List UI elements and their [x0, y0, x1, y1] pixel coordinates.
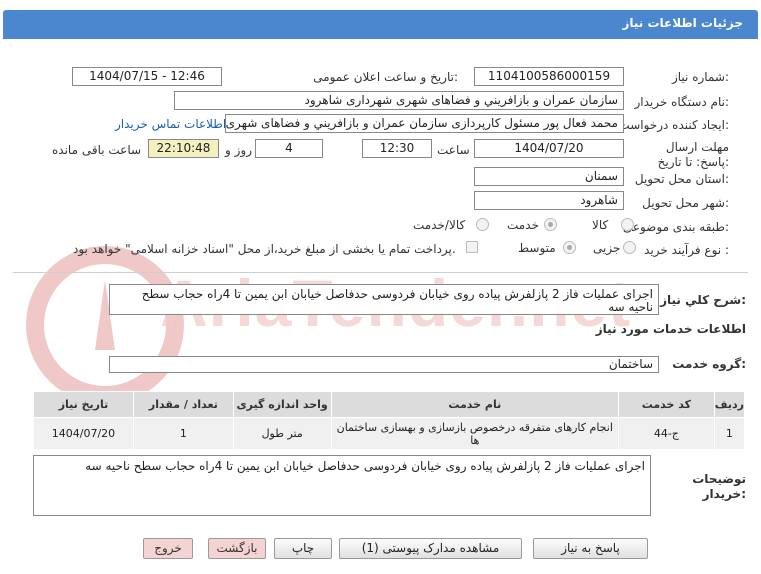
- services-section-title: اطلاعات خدمات مورد نیاز: [595, 322, 746, 336]
- process-option-medium: متوسط: [518, 241, 556, 255]
- contact-info-link[interactable]: اطلاعات تماس خریدار: [115, 117, 226, 131]
- summary-label: شرح کلي نياز:: [660, 293, 746, 307]
- cell-need-date: 1404/07/20: [33, 417, 134, 450]
- divider: [13, 272, 748, 273]
- services-table: ردیف کد خدمت نام خدمت واحد اندازه گیری ت…: [33, 391, 746, 450]
- process-option-minor: جزیی: [593, 241, 621, 255]
- process-label: نوع فرآیند خرید :: [644, 243, 729, 257]
- cell-row-number: 1: [713, 417, 746, 450]
- cell-service-code: ج-44: [617, 417, 715, 450]
- col-service-name: نام خدمت: [330, 391, 619, 418]
- buyer-notes-label: توضیحات خریدار:: [692, 472, 746, 501]
- deadline-date-field: 1404/07/20: [474, 139, 624, 158]
- process-radio-minor[interactable]: [623, 241, 636, 254]
- announce-label: تاریخ و ساعت اعلان عمومی:: [313, 70, 458, 84]
- remaining-time-field: 22:10:48: [148, 139, 219, 158]
- page-header: جزئیات اطلاعات نیاز: [0, 0, 761, 40]
- col-service-code: کد خدمت: [617, 391, 715, 418]
- table-header-row: ردیف کد خدمت نام خدمت واحد اندازه گیری ت…: [33, 391, 746, 418]
- print-button[interactable]: چاپ: [274, 538, 332, 559]
- table-row: 1 ج-44 انجام کارهای متفرقه درخصوص بازساز…: [33, 417, 746, 450]
- province-field: سمنان: [474, 167, 624, 186]
- category-option-service: خدمت: [507, 218, 539, 232]
- deadline-time-field: 12:30: [362, 139, 432, 158]
- city-label: شهر محل تحویل:: [642, 196, 729, 210]
- deadline-time-label: ساعت: [437, 143, 470, 157]
- need-number-field: 1104100586000159: [474, 67, 624, 86]
- creator-field: محمد فعال پور مسئول کارپردازی سازمان عمر…: [225, 114, 624, 133]
- watermark-logo: [26, 246, 184, 404]
- category-radio-goods[interactable]: [621, 218, 634, 231]
- cell-service-name: انجام کارهای متفرقه درخصوص بازسازی و بهس…: [330, 417, 619, 450]
- service-group-label: گروه خدمت:: [672, 357, 746, 371]
- category-radio-service[interactable]: [544, 218, 557, 231]
- page-title: جزئیات اطلاعات نیاز: [622, 16, 743, 30]
- header-bar: جزئیات اطلاعات نیاز: [3, 10, 758, 39]
- cell-quantity: 1: [132, 417, 234, 450]
- deadline-label: مهلت ارسال پاسخ: تا تاریخ:: [657, 140, 729, 169]
- treasury-payment-checkbox[interactable]: [466, 241, 478, 253]
- col-row-number: ردیف: [713, 391, 746, 418]
- buyer-label: نام دستگاه خریدار:: [634, 95, 730, 109]
- col-quantity: تعداد / مقدار: [132, 391, 234, 418]
- category-option-goods: کالا: [592, 218, 609, 232]
- process-radio-medium[interactable]: [563, 241, 576, 254]
- cell-unit: متر طول: [232, 417, 332, 450]
- category-option-goods-service: کالا/خدمت: [413, 218, 466, 232]
- exit-button[interactable]: خروج: [143, 538, 193, 559]
- days-field: 4: [255, 139, 323, 158]
- category-label: طبقه بندی موضوعی:: [622, 220, 729, 234]
- buyer-field: سازمان عمران و بازافريني و فضاهای شهری ش…: [174, 91, 624, 110]
- col-need-date: تاریخ نیاز: [33, 391, 134, 418]
- days-label: روز و: [225, 143, 252, 157]
- view-attachments-button[interactable]: مشاهده مدارک پیوستی (1): [339, 538, 522, 559]
- buyer-notes-textarea[interactable]: اجرای عملیات فاز 2 پازلفرش پیاده روی خیا…: [33, 455, 651, 516]
- treasury-payment-note: پرداخت تمام یا بخشی از مبلغ خرید،از محل …: [73, 242, 456, 256]
- category-radio-goods-service[interactable]: [476, 218, 489, 231]
- need-number-label: شماره نیاز:: [671, 70, 729, 84]
- remaining-time-label: ساعت باقی مانده: [52, 143, 142, 157]
- creator-label: ایجاد کننده درخواست:: [618, 118, 729, 132]
- announce-field: 1404/07/15 - 12:46: [72, 67, 222, 86]
- back-button[interactable]: بازگشت: [208, 538, 266, 559]
- province-label: استان محل تحویل:: [634, 172, 729, 186]
- summary-textarea[interactable]: اجرای عملیات فاز 2 پازلفرش پیاده روی خیا…: [109, 284, 659, 315]
- service-group-field: ساختمان: [109, 356, 659, 373]
- city-field: شاهرود: [474, 191, 624, 210]
- reply-button[interactable]: پاسخ به نیاز: [533, 538, 648, 559]
- col-unit: واحد اندازه گیری: [232, 391, 332, 418]
